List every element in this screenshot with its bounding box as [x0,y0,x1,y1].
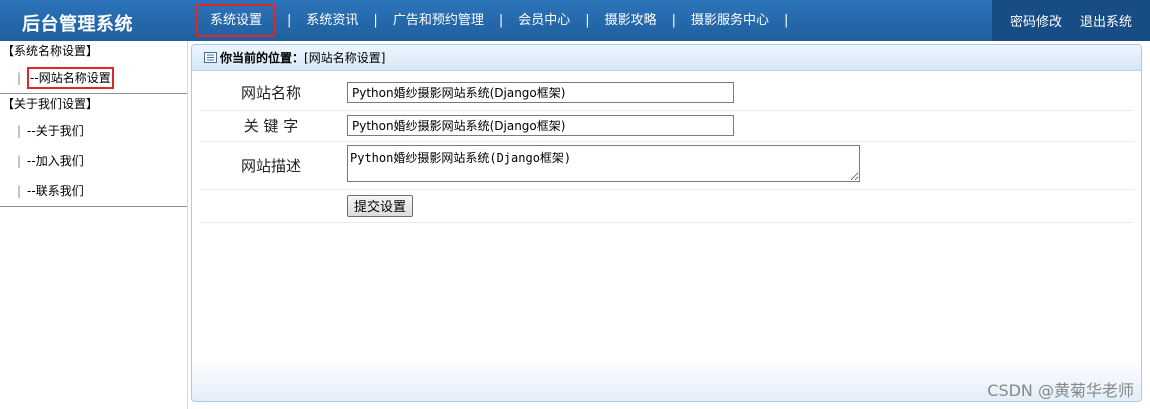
form-row-site-name: 网站名称 [201,76,1134,111]
sidebar-group-title: 【系统名称设置】 [2,44,99,58]
app-title: 后台管理系统 [22,14,133,35]
sidebar-item-label[interactable]: --关于我们 [27,124,84,138]
sidebar-item-contact-us[interactable]: | --联系我们 [0,176,187,206]
breadcrumb: 你当前的位置：[网站名称设置] [192,45,1141,71]
nav-system-news[interactable]: 系统资讯 [300,4,364,37]
tree-pipe: | [17,154,22,168]
nav-separator: | [373,13,378,28]
nav-ads-booking[interactable]: 广告和预约管理 [387,4,490,37]
sidebar-item-label[interactable]: --联系我们 [27,184,84,198]
top-bar: 后台管理系统 系统设置 | 系统资讯 | 广告和预约管理 | 会员中心 | 摄影… [0,0,1150,41]
top-nav: 系统设置 | 系统资讯 | 广告和预约管理 | 会员中心 | 摄影攻略 | 摄影… [196,0,797,41]
watermark: CSDN @黄菊华老师 [987,381,1134,400]
sidebar-group-title: 【关于我们设置】 [2,97,99,111]
keywords-label: 关 键 字 [201,110,341,142]
nav-photo-service-center[interactable]: 摄影服务中心 [685,4,775,37]
sidebar-item-join-us[interactable]: | --加入我们 [0,146,187,176]
nav-separator: | [287,13,292,28]
location-label: 你当前的位置： [220,51,305,65]
settings-form: 网站名称 关 键 字 网站描述 Python婚纱摄影网站系统(Django框架)… [201,76,1134,223]
nav-separator: | [585,13,590,28]
nav-photo-guides[interactable]: 摄影攻略 [599,4,663,37]
submit-settings-button[interactable]: 提交设置 [347,194,414,217]
list-icon [204,46,217,72]
nav-separator: | [671,13,677,28]
sidebar-item-label[interactable]: --加入我们 [27,154,84,168]
site-name-input[interactable] [347,82,734,104]
nav-member-center[interactable]: 会员中心 [512,4,576,37]
sidebar-group-about-us: 【关于我们设置】 | --关于我们 | --加入我们 | --联系我们 [0,94,187,207]
nav-system-settings[interactable]: 系统设置 [196,4,277,37]
sidebar-item-site-name-settings[interactable]: | --网站名称设置 [0,63,187,93]
nav-separator: | [498,13,504,28]
sidebar-item-about-us[interactable]: | --关于我们 [0,116,187,146]
sidebar: 【系统名称设置】 | --网站名称设置 【关于我们设置】 | --关于我们 | --加… [0,41,188,409]
change-password-link[interactable]: 密码修改 [1010,11,1062,30]
tree-pipe: | [17,184,22,198]
sidebar-item-label[interactable]: --网站名称设置 [27,67,114,89]
nav-separator: | [784,13,789,28]
form-row-description: 网站描述 Python婚纱摄影网站系统(Django框架) [201,141,1134,190]
sidebar-group-site-name: 【系统名称设置】 | --网站名称设置 [0,41,187,94]
location-value: [网站名称设置] [304,51,386,65]
site-name-label: 网站名称 [201,76,341,111]
logout-link[interactable]: 退出系统 [1080,11,1132,30]
keywords-input[interactable] [347,115,734,136]
tree-pipe: | [17,71,22,85]
description-textarea[interactable]: Python婚纱摄影网站系统(Django框架) [347,144,860,182]
account-links: 密码修改 退出系统 [992,0,1150,41]
form-row-submit: 提交设置 [201,189,1134,223]
tree-pipe: | [17,124,22,138]
main-panel: 你当前的位置：[网站名称设置] 网站名称 关 键 字 网站描述 Python婚纱… [191,44,1142,402]
description-label: 网站描述 [201,141,341,190]
form-row-keywords: 关 键 字 [201,110,1134,142]
